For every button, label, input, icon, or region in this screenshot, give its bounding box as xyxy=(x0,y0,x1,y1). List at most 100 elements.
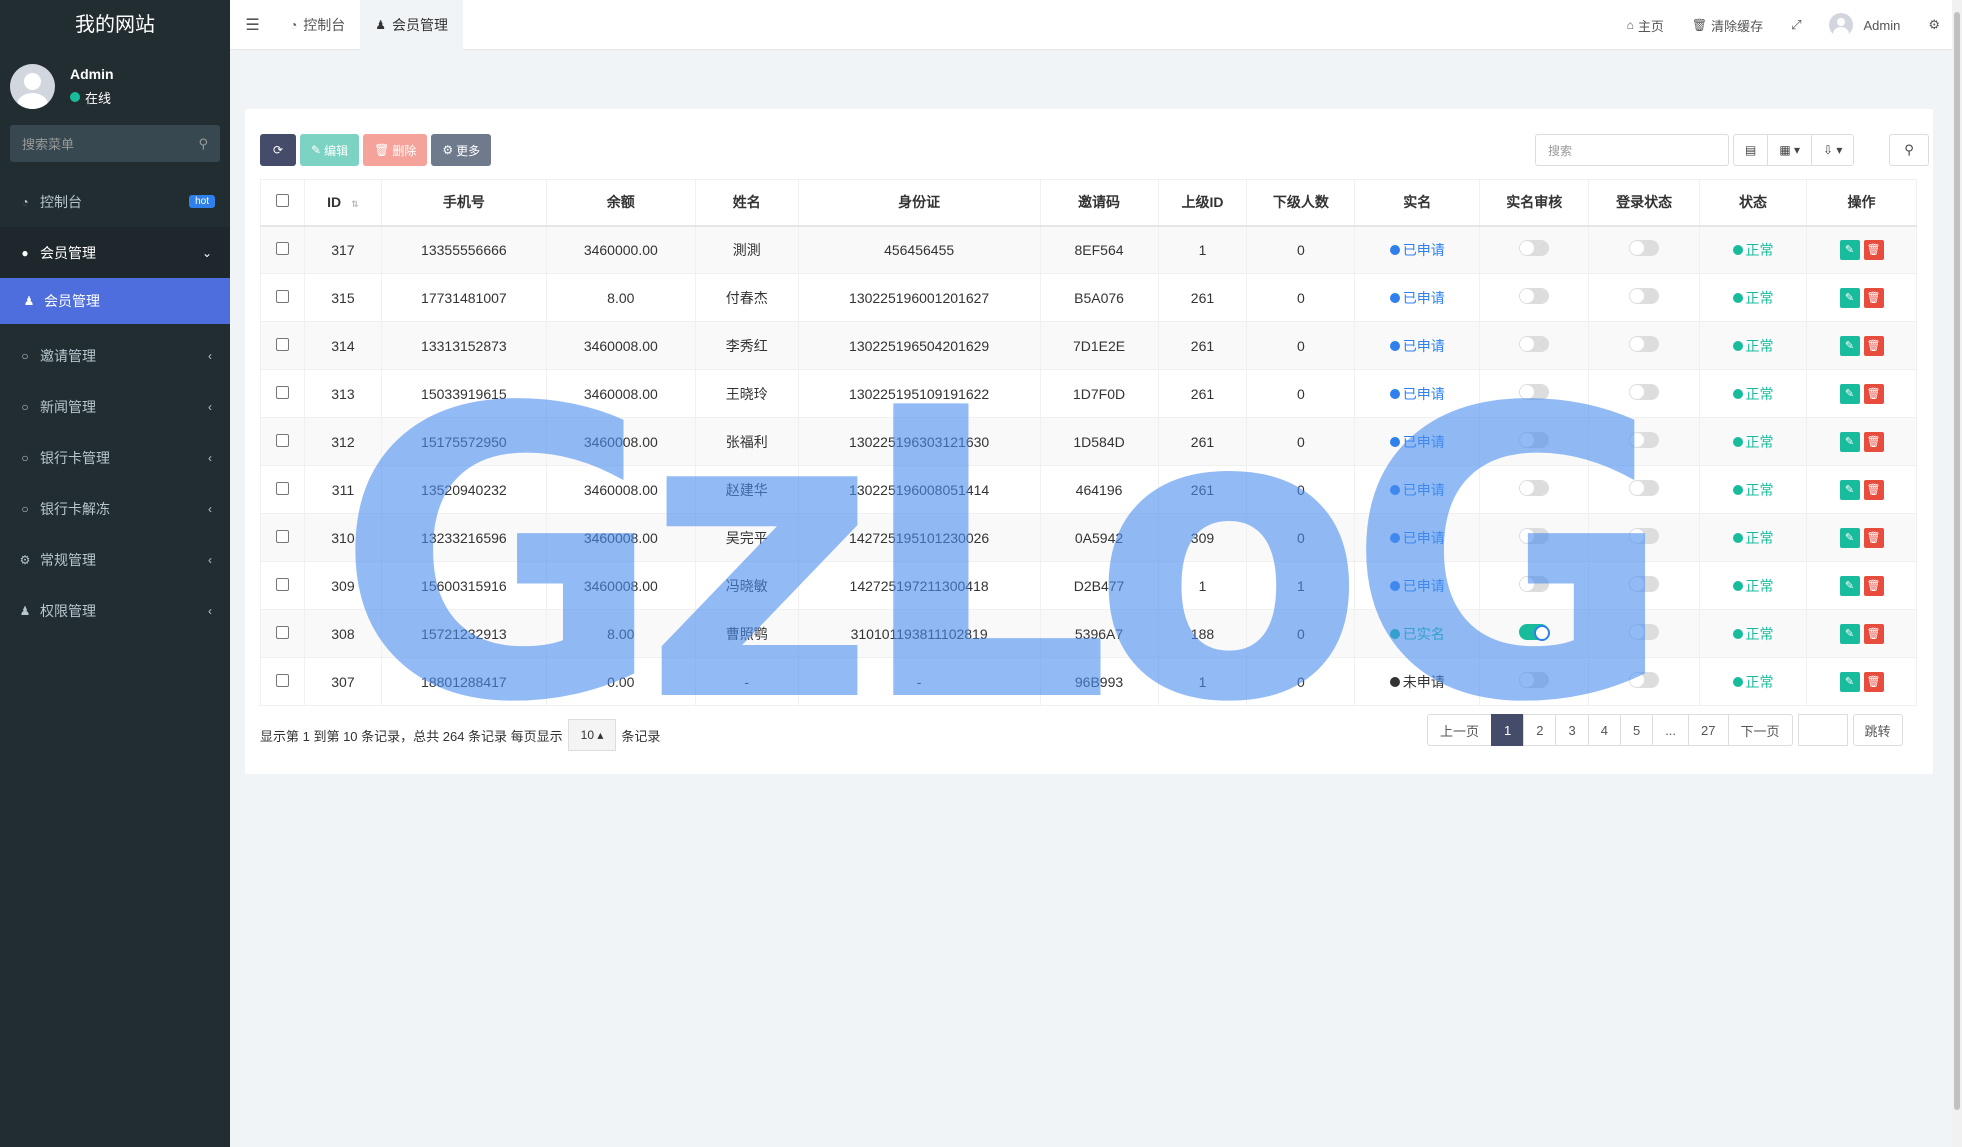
row-delete-button[interactable]: 🗑 xyxy=(1863,431,1884,452)
table-row[interactable]: 312 15175572950 3460008.00 张福利 1302251963031… xyxy=(260,417,1917,466)
row-delete-button[interactable]: 🗑 xyxy=(1863,383,1884,404)
page-27[interactable]: 27 xyxy=(1688,714,1729,746)
row-checkbox[interactable] xyxy=(275,385,289,399)
row-checkbox[interactable] xyxy=(275,673,289,687)
select-all-checkbox[interactable] xyxy=(275,194,289,208)
page-scrollbar[interactable] xyxy=(1952,0,1962,1147)
audit-toggle[interactable] xyxy=(1519,480,1550,496)
sidebar-search-input[interactable]: 搜索菜单 ⚲ xyxy=(10,125,220,162)
page-size-select[interactable]: 10 ▴ xyxy=(567,719,617,751)
row-delete-button[interactable]: 🗑 xyxy=(1863,479,1884,500)
sidebar-item-dashboard[interactable]: ◔ 控制台 hot xyxy=(0,176,230,227)
table-row[interactable]: 317 13355556666 3460000.00 測測 456456455 8EF56… xyxy=(260,225,1917,274)
row-edit-button[interactable]: ✎ xyxy=(1839,575,1860,596)
search-button[interactable]: ⚲ xyxy=(1889,134,1929,166)
table-row[interactable]: 314 13313152873 3460008.00 李秀红 1302251965042… xyxy=(260,321,1917,370)
table-row[interactable]: 311 13520940232 3460008.00 赵建华 1302251960080… xyxy=(260,465,1917,514)
export-button[interactable]: ⇩ ▾ xyxy=(1811,134,1855,166)
audit-toggle[interactable] xyxy=(1519,336,1550,352)
sidebar-subitem-member[interactable]: ♟ 会员管理 xyxy=(0,278,230,324)
login-toggle[interactable] xyxy=(1629,480,1660,496)
col-id[interactable]: ID ⇅ xyxy=(303,179,382,227)
table-row[interactable]: 307 18801288417 0.00- -96B993 1 0 未申请 正常 ✎ 🗑 xyxy=(260,657,1917,706)
admin-menu[interactable]: Admin xyxy=(1815,13,1914,37)
sidebar-item-bankcard-unfreeze[interactable]: ○ 银行卡解冻 ‹ xyxy=(0,483,230,534)
audit-toggle[interactable] xyxy=(1519,240,1550,257)
sidebar-item-bankcard[interactable]: ○ 银行卡管理 ‹ xyxy=(0,432,230,483)
row-edit-button[interactable]: ✎ xyxy=(1839,383,1860,404)
page-2[interactable]: 2 xyxy=(1523,714,1557,746)
home-link[interactable]: ⌂ 主页 xyxy=(1613,16,1678,35)
search-icon[interactable]: ⚲ xyxy=(198,136,208,152)
login-toggle[interactable] xyxy=(1629,672,1660,688)
row-checkbox[interactable] xyxy=(275,577,289,591)
row-edit-button[interactable]: ✎ xyxy=(1839,671,1860,692)
audit-toggle[interactable] xyxy=(1519,288,1550,304)
row-edit-button[interactable]: ✎ xyxy=(1839,527,1860,548)
page-4[interactable]: 4 xyxy=(1587,714,1621,746)
row-delete-button[interactable]: 🗑 xyxy=(1863,239,1884,260)
page-5[interactable]: 5 xyxy=(1619,714,1654,746)
row-delete-button[interactable]: 🗑 xyxy=(1863,623,1884,644)
audit-toggle[interactable] xyxy=(1519,528,1550,544)
table-row[interactable]: 315 17731481007 8.00 付春杰 130225196001201627 B… xyxy=(260,273,1917,322)
page-jump-input[interactable] xyxy=(1797,714,1848,746)
brand-title[interactable]: 我的网站 xyxy=(0,0,230,50)
row-delete-button[interactable]: 🗑 xyxy=(1863,671,1884,692)
login-toggle[interactable] xyxy=(1629,528,1660,544)
row-edit-button[interactable]: ✎ xyxy=(1839,335,1860,356)
row-edit-button[interactable]: ✎ xyxy=(1839,431,1860,452)
row-edit-button[interactable]: ✎ xyxy=(1839,287,1860,308)
audit-toggle[interactable] xyxy=(1519,432,1550,448)
page-jump-button[interactable]: 跳转 xyxy=(1852,714,1903,746)
row-checkbox[interactable] xyxy=(275,433,289,447)
sidebar-item-news[interactable]: ○ 新闻管理 ‹ xyxy=(0,381,230,432)
row-checkbox[interactable] xyxy=(275,625,289,639)
audit-toggle[interactable] xyxy=(1519,576,1550,592)
sidebar-item-invite[interactable]: ○ 邀请管理 ‹ xyxy=(0,330,230,381)
edit-button[interactable]: ✎ 编辑 xyxy=(300,134,360,166)
card-view-button[interactable]: ▤ xyxy=(1733,134,1769,166)
login-toggle[interactable] xyxy=(1629,240,1660,257)
login-toggle[interactable] xyxy=(1629,576,1660,592)
login-toggle[interactable] xyxy=(1629,384,1660,400)
clear-cache-link[interactable]: 🗑 清除缓存 xyxy=(1678,16,1777,35)
fullscreen-button[interactable]: ⤢ xyxy=(1777,17,1815,33)
audit-toggle[interactable] xyxy=(1519,672,1550,688)
sidebar-item-general[interactable]: ⚙ 常规管理 ‹ xyxy=(0,534,230,585)
row-checkbox[interactable] xyxy=(275,241,289,255)
table-row[interactable]: 310 13233216596 3460008.00 吴完平 1427251951012… xyxy=(260,513,1917,562)
table-search-input[interactable]: 搜索 xyxy=(1535,134,1729,166)
page-prev[interactable]: 上一页 xyxy=(1427,714,1493,746)
audit-toggle[interactable] xyxy=(1519,624,1551,641)
row-delete-button[interactable]: 🗑 xyxy=(1863,335,1884,356)
row-checkbox[interactable] xyxy=(275,289,289,303)
table-row[interactable]: 313 15033919615 3460008.00 王晓玲 1302251951091… xyxy=(260,369,1917,418)
page-1[interactable]: 1 xyxy=(1491,714,1525,746)
tab-dashboard[interactable]: ◔ 控制台 xyxy=(275,0,360,50)
login-toggle[interactable] xyxy=(1629,288,1660,304)
menu-toggle-icon[interactable]: ☰ xyxy=(230,15,275,35)
row-delete-button[interactable]: 🗑 xyxy=(1863,287,1884,308)
login-toggle[interactable] xyxy=(1629,624,1660,640)
table-row[interactable]: 309 15600315916 3460008.00 冯晓敏 1427251972113… xyxy=(260,561,1917,610)
row-edit-button[interactable]: ✎ xyxy=(1839,479,1860,500)
page-next[interactable]: 下一页 xyxy=(1727,714,1793,746)
row-delete-button[interactable]: 🗑 xyxy=(1863,575,1884,596)
sidebar-item-permission[interactable]: ♟ 权限管理 ‹ xyxy=(0,585,230,636)
page-3[interactable]: 3 xyxy=(1555,714,1589,746)
columns-button[interactable]: ▦ ▾ xyxy=(1767,134,1813,166)
row-delete-button[interactable]: 🗑 xyxy=(1863,527,1884,548)
login-toggle[interactable] xyxy=(1629,336,1660,352)
login-toggle[interactable] xyxy=(1629,432,1660,448)
row-checkbox[interactable] xyxy=(275,529,289,543)
more-button[interactable]: ⚙ 更多 xyxy=(431,134,492,166)
audit-toggle[interactable] xyxy=(1519,384,1550,400)
row-edit-button[interactable]: ✎ xyxy=(1839,239,1860,260)
row-checkbox[interactable] xyxy=(275,337,289,351)
row-checkbox[interactable] xyxy=(275,481,289,495)
table-row[interactable]: 308 15721232913 8.00 曹照鹗 310101193811102819 5… xyxy=(260,609,1917,658)
row-edit-button[interactable]: ✎ xyxy=(1839,623,1860,644)
tab-member[interactable]: ♟ 会员管理 xyxy=(360,0,464,50)
sidebar-item-member[interactable]: ● 会员管理 ⌄ xyxy=(0,227,230,278)
